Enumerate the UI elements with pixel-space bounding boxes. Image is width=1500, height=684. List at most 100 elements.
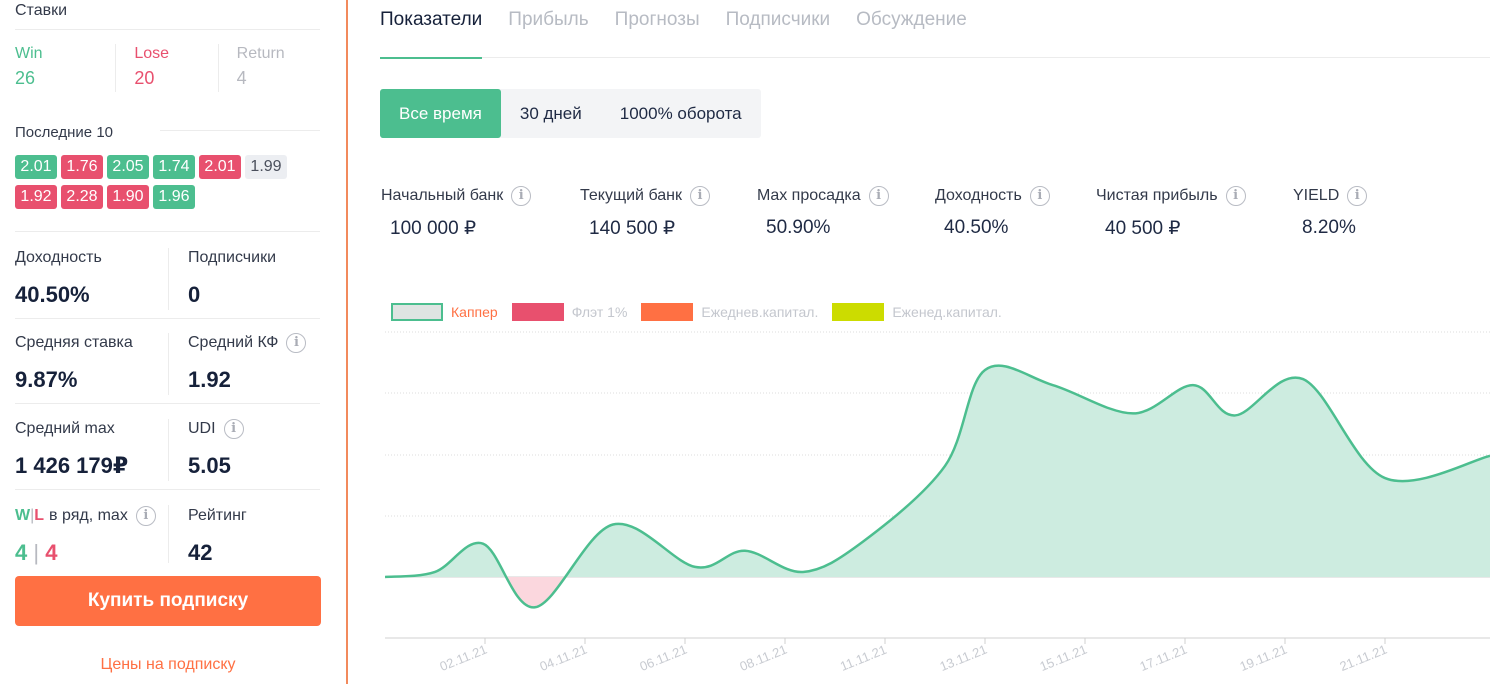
legend-item-weekly-cap[interactable]: Еженед.капитал. xyxy=(832,303,1002,321)
legend-label: Каппер xyxy=(451,304,498,320)
buy-subscription-button[interactable]: Купить подписку xyxy=(15,576,321,626)
wl-streak-label-row: W|L в ряд, max i xyxy=(15,506,165,526)
legend-swatch xyxy=(391,303,443,321)
divider xyxy=(15,403,320,404)
metric-label: Max просадка xyxy=(757,187,861,204)
avg-max-label: Средний max xyxy=(15,420,115,437)
period-all-time-button[interactable]: Все время xyxy=(380,89,501,138)
x-tick-label: 04.11.21 xyxy=(537,642,589,675)
legend-swatch xyxy=(641,303,694,321)
info-icon[interactable]: i xyxy=(868,186,889,206)
last-bet-chip: 2.01 xyxy=(199,155,241,179)
metric-value: 40 500 ₽ xyxy=(1105,218,1181,239)
yield-value: 40.50% xyxy=(15,282,90,307)
sidebar-divider xyxy=(346,0,348,684)
divider xyxy=(160,130,320,131)
legend-item-daily-cap[interactable]: Ежеднев.капитал. xyxy=(641,303,818,321)
wl-l: L xyxy=(34,507,45,524)
metric-label: YIELD xyxy=(1293,187,1340,204)
bets-title: Ставки xyxy=(15,2,68,19)
metric-value: 40.50% xyxy=(944,217,1009,238)
period-selector: Все время 30 дней 1000% оборота xyxy=(380,89,761,138)
x-tick-label: 06.11.21 xyxy=(637,642,689,675)
info-icon[interactable]: i xyxy=(135,506,156,526)
lose-stat: Lose 20 xyxy=(115,44,217,92)
legend-item-flat[interactable]: Флэт 1% xyxy=(511,303,628,321)
metric-yield-percent: YIELD i 8.20% xyxy=(1293,186,1368,239)
period-1000-turnover-button[interactable]: 1000% оборота xyxy=(601,89,761,138)
divider xyxy=(15,231,320,232)
last-bet-chip: 2.28 xyxy=(61,185,103,209)
win-lose-return: Win 26 Lose 20 Return 4 xyxy=(15,44,320,92)
tab-discussion[interactable]: Обсуждение xyxy=(856,0,967,58)
info-icon[interactable]: i xyxy=(1029,186,1050,206)
legend-swatch xyxy=(511,303,564,321)
metric-value: 140 500 ₽ xyxy=(589,218,676,239)
tab-profit[interactable]: Прибыль xyxy=(508,0,588,58)
x-tick-label: 21.11.21 xyxy=(1337,642,1389,675)
last-bet-chip: 2.01 xyxy=(15,155,57,179)
win-label: Win xyxy=(15,45,43,62)
info-icon[interactable]: i xyxy=(1225,186,1246,206)
x-tick-label: 02.11.21 xyxy=(437,642,489,675)
metric-label-row: Доходность i xyxy=(935,186,1050,206)
divider xyxy=(168,333,169,395)
return-stat: Return 4 xyxy=(217,44,320,92)
tab-forecasts[interactable]: Прогнозы xyxy=(615,0,700,58)
divider xyxy=(15,489,320,490)
x-tick-label: 17.11.21 xyxy=(1137,642,1189,675)
divider xyxy=(15,29,320,30)
lose-label: Lose xyxy=(134,45,170,62)
avg-max-stat: Средний max 1 426 179₽ xyxy=(15,419,165,479)
legend-label: Флэт 1% xyxy=(571,304,628,320)
metric-value: 8.20% xyxy=(1302,217,1356,238)
x-tick-label: 11.11.21 xyxy=(838,642,889,674)
x-tick-label: 13.11.21 xyxy=(937,642,989,675)
metric-value: 50.90% xyxy=(766,217,831,238)
rating-stat: Рейтинг 42 xyxy=(188,506,338,566)
last10-title: Последние 10 xyxy=(15,124,113,141)
avg-kf-stat: Средний КФ i 1.92 xyxy=(188,333,338,393)
metric-label-row: Чистая прибыль i xyxy=(1096,186,1246,206)
avg-kf-value: 1.92 xyxy=(188,367,231,392)
metric-value: 100 000 ₽ xyxy=(390,218,477,239)
profit-chart-svg: 02.11.21 04.11.21 06.11.21 08.11.21 11.11.21… xyxy=(385,331,1490,675)
last-bet-chip: 1.90 xyxy=(107,185,149,209)
info-icon[interactable]: i xyxy=(286,333,307,353)
info-icon[interactable]: i xyxy=(511,186,532,206)
info-icon[interactable]: i xyxy=(223,419,244,439)
info-icon[interactable]: i xyxy=(1347,186,1368,206)
legend-label: Еженед.капитал. xyxy=(892,304,1002,320)
wl-lose-value: 4 xyxy=(45,540,58,565)
metric-yield: Доходность i 40.50% xyxy=(935,186,1050,239)
tabs: Показатели Прибыль Прогнозы Подписчики О… xyxy=(380,0,1490,59)
yield-label: Доходность xyxy=(15,249,102,266)
divider xyxy=(15,318,320,319)
udi-stat: UDI i 5.05 xyxy=(188,419,338,479)
sidebar: Ставки Win 26 Lose 20 Return 4 Последние… xyxy=(0,0,336,684)
last-bet-chip: 1.99 xyxy=(245,155,287,179)
tab-subscribers[interactable]: Подписчики xyxy=(726,0,831,58)
last-bet-chip: 1.74 xyxy=(153,155,195,179)
x-tick-label: 15.11.21 xyxy=(1037,642,1089,675)
metric-max-drawdown: Max просадка i 50.90% xyxy=(757,186,889,239)
legend-item-kapper[interactable]: Каппер xyxy=(391,303,498,321)
avg-max-value: 1 426 179₽ xyxy=(15,453,129,478)
win-stat: Win 26 xyxy=(15,44,115,92)
rating-value: 42 xyxy=(188,540,213,565)
metric-label: Текущий банк xyxy=(580,187,682,204)
period-30-days-button[interactable]: 30 дней xyxy=(501,89,601,138)
metric-label: Чистая прибыль xyxy=(1096,187,1218,204)
udi-label: UDI xyxy=(188,420,216,437)
wl-w: W xyxy=(15,507,31,524)
win-value: 26 xyxy=(15,68,36,88)
info-icon[interactable]: i xyxy=(689,186,710,206)
last-bet-chip: 2.05 xyxy=(107,155,149,179)
return-label: Return xyxy=(236,45,285,62)
metric-label-row: Max просадка i xyxy=(757,186,889,206)
divider xyxy=(168,505,169,563)
yield-stat: Доходность 40.50% xyxy=(15,248,165,308)
subscription-prices-link[interactable]: Цены на подписку xyxy=(15,656,321,674)
last-bet-chip: 1.76 xyxy=(61,155,103,179)
tab-indicators[interactable]: Показатели xyxy=(380,0,483,59)
